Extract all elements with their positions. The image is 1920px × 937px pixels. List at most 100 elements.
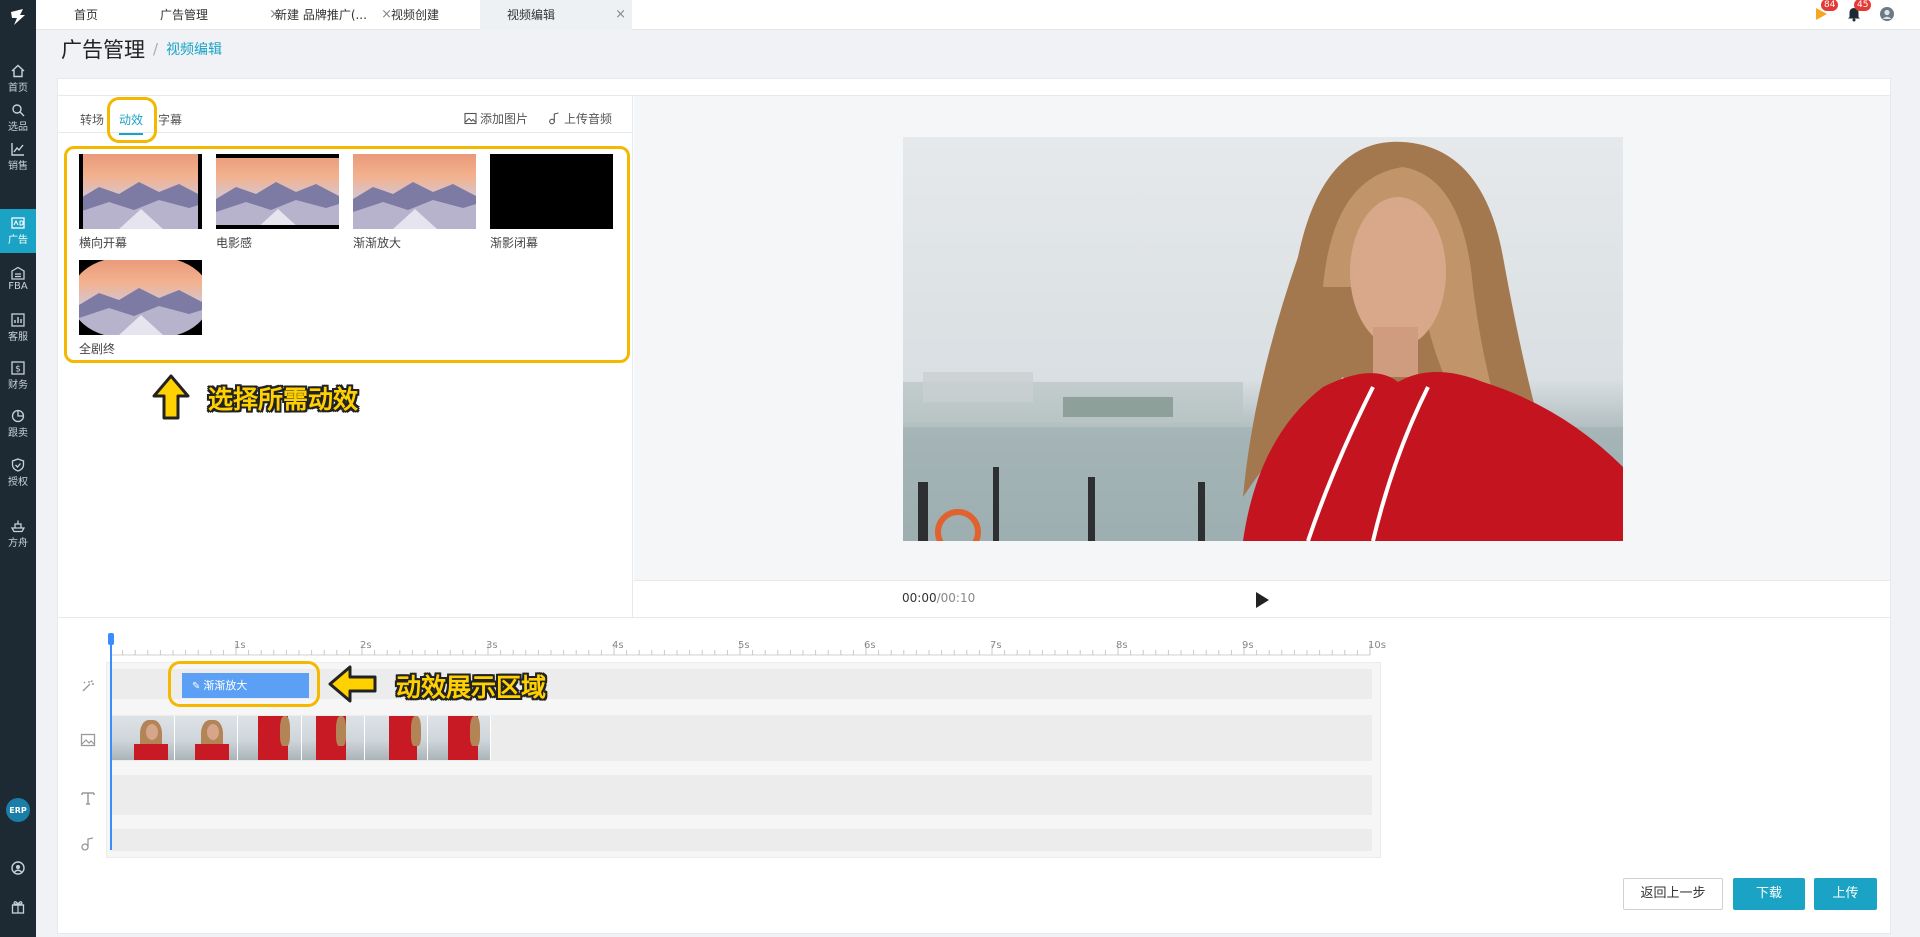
tab-label: 首页 xyxy=(74,8,99,22)
nav-label: FBA xyxy=(8,281,28,292)
home-icon xyxy=(11,64,25,78)
ruler-tick-label: 3s xyxy=(486,640,498,651)
user-avatar-icon xyxy=(1880,7,1894,21)
pie-chart-icon xyxy=(11,409,25,423)
tab-label: 广告管理 xyxy=(160,8,209,22)
nav-label: 广告 xyxy=(8,235,28,246)
notification-badge: 84 xyxy=(1821,0,1839,11)
ruler-tick-label: 6s xyxy=(864,640,876,651)
erp-badge[interactable]: ERP xyxy=(6,798,30,822)
svg-text:$: $ xyxy=(15,365,21,375)
nav-label: 销售 xyxy=(8,161,28,172)
download-button[interactable]: 下载 xyxy=(1733,878,1805,910)
current-time: 00:00 xyxy=(902,591,937,605)
ad-icon xyxy=(11,217,25,229)
nav-item-service[interactable]: 客服 xyxy=(0,306,36,350)
ruler-tick-label: 2s xyxy=(360,640,372,651)
warehouse-icon xyxy=(11,266,25,280)
nav-label: 跟卖 xyxy=(8,428,28,439)
logo-icon[interactable] xyxy=(7,6,29,28)
duration: /00:10 xyxy=(936,591,976,605)
left-nav: 首页 选品 销售 广告 FBA 客服 $ 财务 跟卖 授权 方舟 ERP xyxy=(0,0,36,937)
arrow-up-icon xyxy=(152,374,190,420)
ruler-tick-label: 4s xyxy=(612,640,624,651)
nav-item-sales[interactable]: 销售 xyxy=(0,135,36,179)
nav-item-selection[interactable]: 选品 xyxy=(0,96,36,140)
nav-item-follow[interactable]: 跟卖 xyxy=(0,402,36,446)
chart-line-icon xyxy=(11,143,24,156)
tab-transition[interactable]: 转场 xyxy=(80,110,104,130)
gift-icon[interactable] xyxy=(11,900,25,914)
ruler-tick-label: 7s xyxy=(990,640,1002,651)
bar-chart-icon xyxy=(11,313,25,327)
highlight-effect-clip xyxy=(168,661,320,707)
notification-badge: 45 xyxy=(1854,0,1872,11)
film-frame xyxy=(364,716,428,760)
text-icon xyxy=(81,792,95,805)
ruler-tick-label: 5s xyxy=(738,640,750,651)
film-frame xyxy=(301,716,365,760)
user-circle-icon[interactable] xyxy=(11,861,25,875)
ark-icon xyxy=(11,520,25,533)
page-title[interactable]: 广告管理 xyxy=(61,34,145,64)
audio-track[interactable] xyxy=(112,829,1372,851)
nav-item-ads[interactable]: 广告 xyxy=(0,209,36,253)
close-icon[interactable]: × xyxy=(615,0,626,30)
annotation-select-effect: 选择所需动效 xyxy=(208,385,359,414)
film-frame xyxy=(112,716,176,760)
nav-item-home[interactable]: 首页 xyxy=(0,57,36,101)
music-note-icon xyxy=(549,111,559,124)
highlight-tab xyxy=(107,97,157,143)
shield-icon xyxy=(11,458,25,472)
video-preview[interactable] xyxy=(903,137,1623,541)
ruler-tick-label: 10s xyxy=(1368,640,1386,651)
tab-home[interactable]: 首页 xyxy=(54,0,146,30)
add-image-button[interactable]: 添加图片 xyxy=(464,108,528,128)
nav-item-auth[interactable]: 授权 xyxy=(0,451,36,495)
nav-label: 选品 xyxy=(8,122,28,133)
music-note-icon xyxy=(81,837,94,851)
ruler-tick-label: 9s xyxy=(1242,640,1254,651)
ruler-tick-label: 8s xyxy=(1116,640,1128,651)
playhead-handle[interactable] xyxy=(108,633,114,645)
nav-item-fba[interactable]: FBA xyxy=(0,257,36,301)
add-image-label: 添加图片 xyxy=(480,111,529,126)
dollar-icon: $ xyxy=(11,361,25,375)
upload-audio-button[interactable]: 上传音频 xyxy=(548,108,612,128)
film-frame xyxy=(238,716,302,760)
bell-button[interactable]: 45 xyxy=(1846,0,1872,22)
tab-label: 视频编辑 xyxy=(507,8,556,22)
avatar[interactable] xyxy=(1879,6,1895,22)
ruler-tick-label: 1s xyxy=(234,640,246,651)
nav-label: 财务 xyxy=(8,380,28,391)
nav-item-ark[interactable]: 方舟 xyxy=(0,512,36,556)
nav-item-finance[interactable]: $ 财务 xyxy=(0,354,36,398)
annotation-effect-area: 动效展示区域 xyxy=(396,673,547,702)
tab-subtitle[interactable]: 字幕 xyxy=(158,110,182,130)
upload-audio-label: 上传音频 xyxy=(564,111,613,126)
text-track[interactable] xyxy=(112,775,1372,815)
breadcrumb-current: 视频编辑 xyxy=(166,42,223,58)
play-icon[interactable] xyxy=(1254,591,1270,609)
tab-label: 视频创建 xyxy=(391,8,440,22)
upload-button[interactable]: 上传 xyxy=(1814,878,1877,910)
tab-label: 新建 品牌推广(... xyxy=(275,8,367,22)
app-root: 首页 选品 销售 广告 FBA 客服 $ 财务 跟卖 授权 方舟 ERP 首页 … xyxy=(0,0,1920,937)
time-display: 00:00/00:10 xyxy=(902,591,975,605)
nav-label: 首页 xyxy=(8,83,28,94)
film-frame xyxy=(175,716,239,760)
video-filmstrip[interactable] xyxy=(112,716,492,760)
back-button[interactable]: 返回上一步 xyxy=(1623,878,1723,910)
divider xyxy=(58,617,1890,618)
breadcrumb: 广告管理 / 视频编辑 xyxy=(61,34,222,64)
search-icon xyxy=(12,104,25,117)
nav-label: 客服 xyxy=(8,332,28,343)
highlight-effects-grid xyxy=(64,146,630,363)
video-frame-image xyxy=(903,137,1623,541)
image-icon xyxy=(464,112,477,124)
nav-label: 授权 xyxy=(8,477,28,488)
tab-bar: 首页 广告管理 × 新建 品牌推广(... × 视频创建 × 视频编辑 × 84… xyxy=(36,0,1920,30)
flag-button[interactable]: 84 xyxy=(1813,0,1839,22)
film-frame xyxy=(427,716,492,760)
tab-video-edit[interactable]: 视频编辑 × xyxy=(480,0,632,30)
